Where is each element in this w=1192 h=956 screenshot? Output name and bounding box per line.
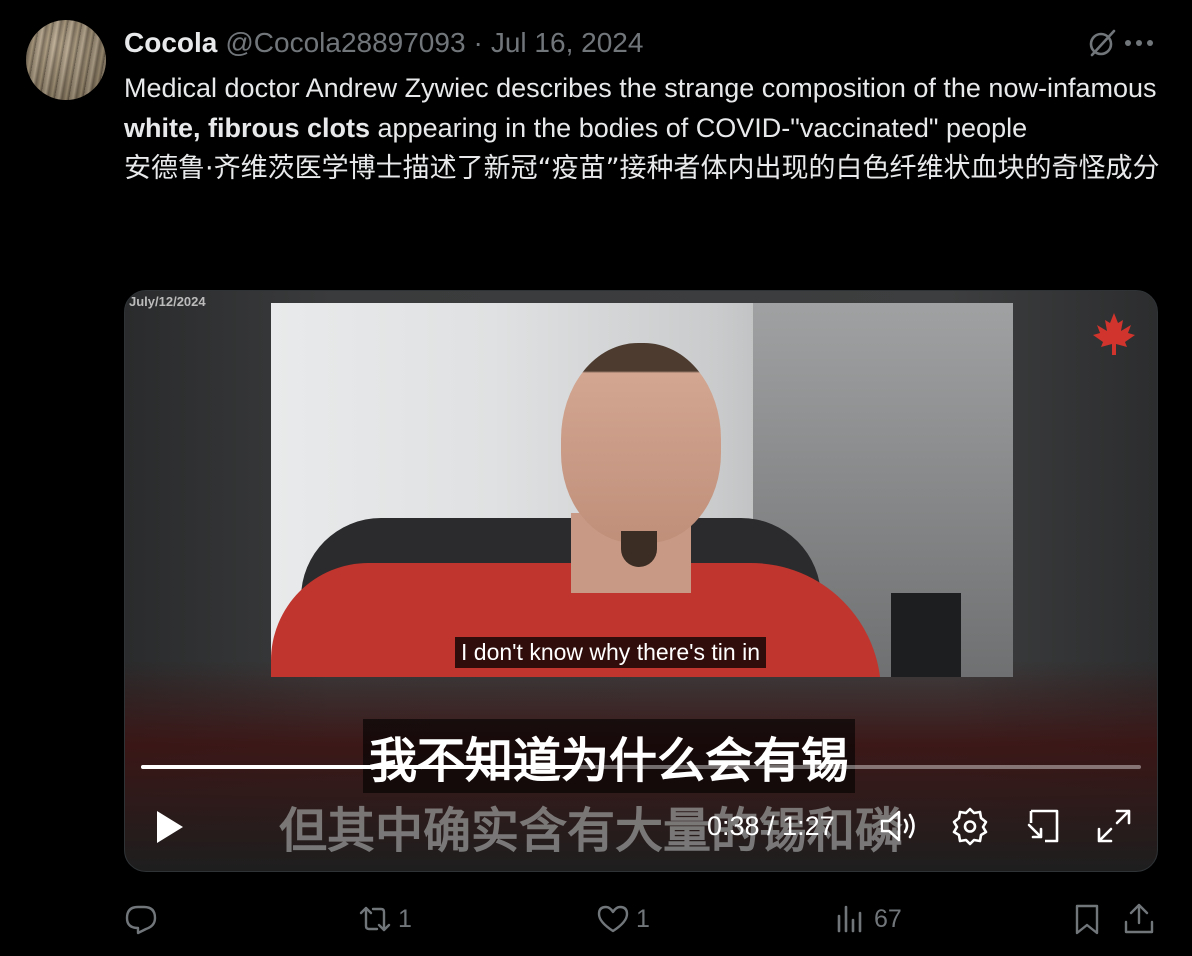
views-icon	[837, 905, 862, 933]
tweet-header: Cocola @Cocola28897093 · Jul 16, 2024	[124, 26, 643, 60]
author-handle[interactable]: @Cocola28897093	[225, 27, 465, 59]
retweet-button[interactable]: 1	[358, 896, 412, 942]
tweet-text-en-bold: white, fibrous clots	[124, 113, 371, 143]
tweet-actions: 1 1 67	[0, 896, 1192, 942]
subtitle-chinese-1: 我不知道为什么会有锡	[363, 719, 856, 793]
author-name[interactable]: Cocola	[124, 27, 217, 59]
video-progress-fill	[141, 765, 578, 769]
grok-icon[interactable]	[1086, 27, 1118, 59]
retweet-icon	[359, 906, 391, 932]
subtitle-english: I don't know why there's tin in	[455, 637, 766, 668]
pip-icon[interactable]	[1023, 805, 1065, 847]
tweet-text-en-1: Medical doctor Andrew Zywiec describes t…	[124, 73, 1157, 103]
tweet-text-zh: 安德鲁·齐维茨医学博士描述了新冠“疫苗”接种者体内出现的白色纤维状血块的奇怪成分	[124, 153, 1160, 184]
bookmark-button[interactable]	[1070, 896, 1104, 942]
share-icon	[1124, 903, 1154, 934]
play-icon[interactable]	[151, 807, 187, 847]
fullscreen-icon[interactable]	[1093, 805, 1135, 847]
video-date-stamp: July/12/2024	[129, 294, 206, 309]
time-separator: /	[759, 811, 783, 841]
more-icon[interactable]	[1122, 27, 1156, 59]
video-time: 0:38 / 1:27	[707, 811, 835, 842]
tweet-date[interactable]: Jul 16, 2024	[491, 27, 644, 59]
like-count: 1	[636, 904, 650, 933]
avatar[interactable]	[26, 20, 106, 100]
tweet-text-en-2: appearing in the bodies of COVID-"vaccin…	[370, 113, 1028, 143]
bookmark-icon	[1075, 904, 1099, 935]
video-frame	[271, 303, 1013, 677]
current-time: 0:38	[707, 811, 760, 841]
like-button[interactable]: 1	[596, 896, 650, 942]
view-count: 67	[874, 904, 902, 933]
settings-icon[interactable]	[949, 805, 991, 847]
video-progress-bar[interactable]	[141, 765, 1141, 769]
share-button[interactable]	[1122, 896, 1156, 942]
retweet-count: 1	[398, 904, 412, 933]
duration: 1:27	[782, 811, 835, 841]
views-button[interactable]: 67	[834, 896, 902, 942]
reply-button[interactable]	[124, 896, 164, 942]
video-player[interactable]: July/12/2024 I don't know why there's ti…	[124, 290, 1158, 872]
reply-icon	[125, 905, 157, 935]
like-icon	[597, 905, 629, 933]
volume-icon[interactable]	[877, 805, 919, 847]
separator-dot: ·	[473, 27, 483, 58]
tweet-text: Medical doctor Andrew Zywiec describes t…	[124, 68, 1164, 189]
maple-leaf-icon	[1093, 313, 1135, 355]
